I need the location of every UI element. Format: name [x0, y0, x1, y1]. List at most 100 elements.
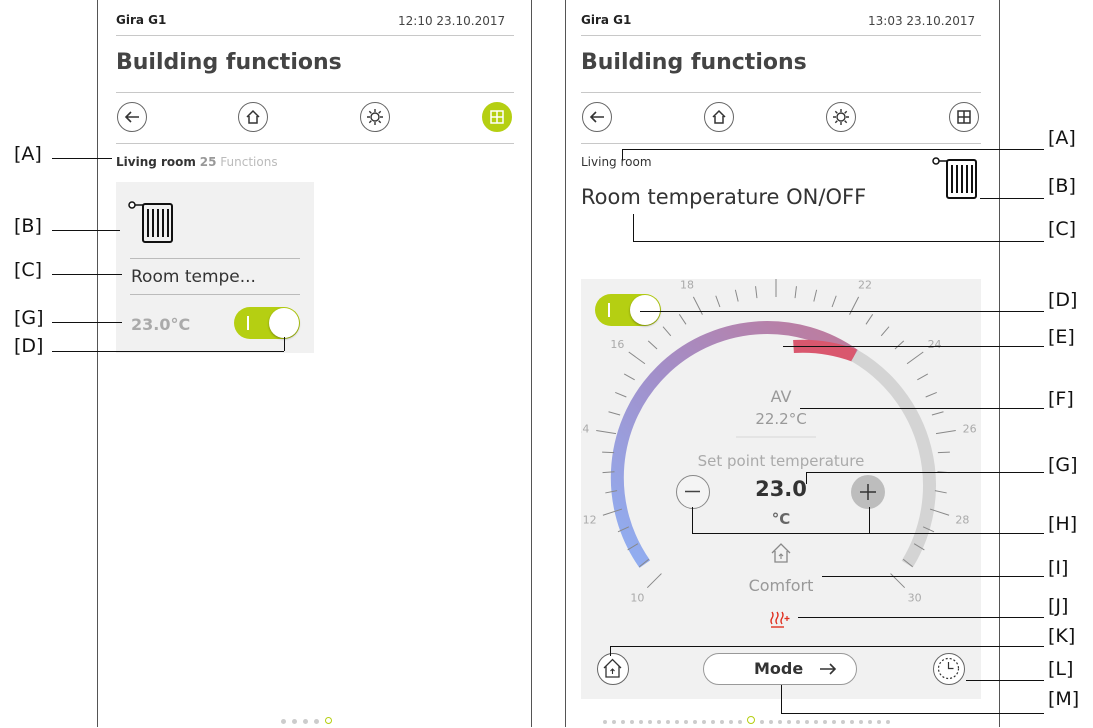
page-dot [639, 720, 643, 724]
leader-line [640, 311, 1044, 312]
divider [130, 258, 300, 259]
heating-icon [769, 610, 791, 628]
divider [116, 35, 514, 36]
leader-line [52, 230, 120, 231]
mode-button-label: Mode [754, 659, 803, 678]
increase-button[interactable] [851, 475, 885, 509]
arrow-right-icon [818, 661, 838, 677]
page-dot [787, 720, 791, 724]
room-name: Living room [116, 155, 196, 169]
callout-m: [M] [1048, 688, 1079, 710]
functions-button[interactable] [360, 102, 390, 132]
back-button[interactable] [117, 102, 147, 132]
page-title: Building functions [581, 50, 807, 75]
page-dot [886, 720, 890, 724]
dial-tick [917, 374, 927, 380]
page-title: Building functions [116, 50, 342, 75]
leader-line [798, 617, 1044, 618]
back-arrow-icon [589, 110, 605, 124]
callout-k: [K] [1048, 625, 1075, 647]
callout-i: [I] [1048, 557, 1068, 579]
callout-d: [D] [14, 335, 43, 357]
leader-line [806, 472, 807, 484]
functions-button[interactable] [826, 102, 856, 132]
page-dot [711, 720, 715, 724]
mode-status: Comfort [581, 576, 981, 595]
rooms-button[interactable] [949, 102, 979, 132]
page-dot [684, 720, 688, 724]
leader-line [633, 214, 634, 241]
comfort-mode-button[interactable] [597, 653, 629, 685]
page-dot [666, 720, 670, 724]
callout-b: [B] [1048, 175, 1076, 197]
leader-line [869, 507, 870, 533]
dial-tick [648, 341, 657, 349]
page-dot [675, 720, 679, 724]
divider [130, 294, 300, 295]
grid-icon [489, 109, 505, 125]
page-dot [657, 720, 661, 724]
dial-tick [735, 290, 738, 302]
plus-icon [851, 475, 885, 509]
sun-gear-icon [832, 108, 850, 126]
grid-icon [956, 109, 972, 125]
device-name: Gira G1 [116, 13, 166, 27]
dial-tick [832, 296, 836, 307]
dial-tick-label: 16 [610, 338, 624, 351]
callout-c: [C] [1048, 218, 1076, 240]
home-button[interactable] [704, 102, 734, 132]
back-button[interactable] [582, 102, 612, 132]
leader-line [966, 680, 1044, 681]
page-dot [729, 720, 733, 724]
decrease-button[interactable] [676, 475, 710, 509]
radiator-icon [932, 156, 982, 200]
leader-line [980, 198, 1044, 199]
dial-tick [756, 286, 757, 298]
device-name: Gira G1 [581, 13, 631, 27]
leader-line [806, 472, 1044, 473]
page-dot [693, 720, 697, 724]
page-dot [760, 720, 764, 724]
divider [116, 143, 514, 144]
leader-line [633, 241, 1044, 242]
leader-line [800, 408, 1044, 409]
leader-line [692, 507, 693, 533]
callout-f: [F] [1048, 388, 1074, 410]
dial-tick [663, 327, 671, 336]
timer-button[interactable] [933, 653, 965, 685]
dial-tick [866, 314, 873, 324]
divider [581, 35, 981, 36]
function-tile[interactable]: Room tempe... 23.0°C [116, 182, 314, 353]
leader-line [52, 158, 112, 159]
callout-c: [C] [14, 259, 42, 281]
page-dot [747, 716, 755, 724]
tile-toggle[interactable] [234, 307, 300, 339]
comfort-house-icon [769, 541, 793, 565]
setpoint-label: Set point temperature [581, 452, 981, 470]
comfort-house-icon [598, 654, 627, 683]
room-header: Living room 25 Functions [116, 155, 278, 169]
callout-d: [D] [1048, 289, 1077, 311]
divider [581, 143, 981, 144]
leader-line [622, 149, 623, 160]
dial-tick [895, 341, 904, 349]
callout-a: [A] [14, 143, 42, 165]
callout-e: [E] [1048, 326, 1075, 348]
page-dot [702, 720, 706, 724]
page-dot [778, 720, 782, 724]
home-button[interactable] [238, 102, 268, 132]
callout-g: [G] [1048, 454, 1078, 476]
home-icon [245, 109, 261, 125]
page-dot [823, 720, 827, 724]
dial-tick [881, 327, 889, 336]
tile-label: Room tempe... [131, 267, 256, 287]
page-dot [841, 720, 845, 724]
mode-button[interactable]: Mode [703, 653, 857, 685]
divider [116, 92, 514, 93]
callout-l: [L] [1048, 658, 1073, 680]
rooms-button[interactable] [482, 102, 512, 132]
callout-h: [H] [1048, 513, 1077, 535]
page-dot [859, 720, 863, 724]
function-word: Functions [220, 155, 277, 169]
callout-g: [G] [14, 307, 44, 329]
